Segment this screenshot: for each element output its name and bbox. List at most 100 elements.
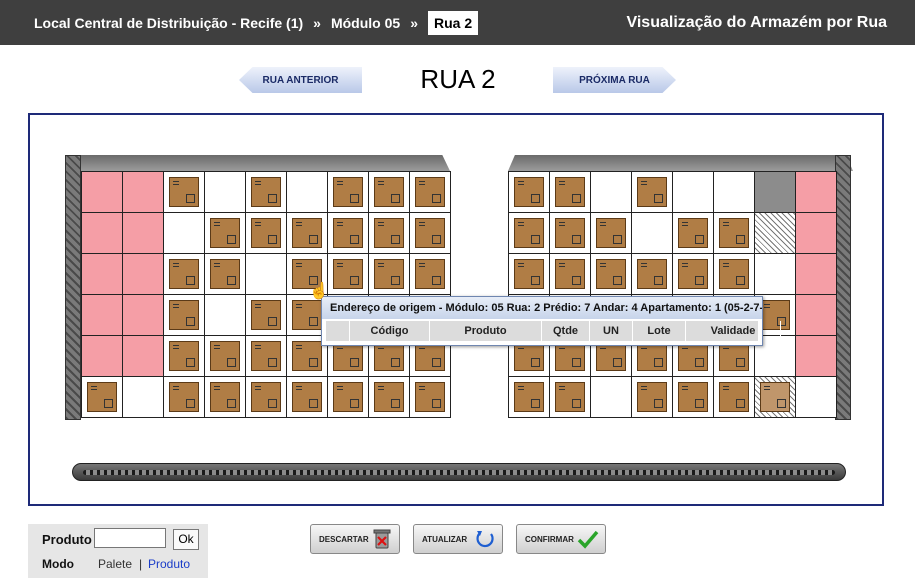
left-rack-slot[interactable] <box>82 336 123 377</box>
left-rack-slot[interactable] <box>82 213 123 254</box>
left-rack-slot[interactable] <box>287 213 328 254</box>
right-rack-slot[interactable] <box>796 254 837 295</box>
right-rack-slot[interactable] <box>591 172 632 213</box>
right-rack-slot[interactable] <box>591 213 632 254</box>
next-street-button[interactable]: PRÓXIMA RUA <box>553 67 676 93</box>
left-rack-slot[interactable] <box>82 254 123 295</box>
right-rack-slot[interactable] <box>632 213 673 254</box>
left-rack-slot[interactable] <box>205 213 246 254</box>
left-rack-slot[interactable] <box>164 336 205 377</box>
pallet-box-icon <box>637 177 667 207</box>
pallet-box-icon <box>251 177 281 207</box>
right-rack-slot[interactable] <box>591 377 632 418</box>
right-rack-slot[interactable] <box>796 213 837 254</box>
right-rack-slot[interactable] <box>714 377 755 418</box>
left-rack-slot[interactable] <box>410 213 451 254</box>
left-rack-slot[interactable] <box>123 377 164 418</box>
left-rack-slot[interactable] <box>205 377 246 418</box>
left-rack-slot[interactable] <box>123 213 164 254</box>
left-rack-slot[interactable] <box>410 377 451 418</box>
right-rack-slot[interactable] <box>673 172 714 213</box>
right-rack-slot[interactable] <box>509 213 550 254</box>
right-rack-slot[interactable] <box>632 254 673 295</box>
right-rack-slot[interactable] <box>673 254 714 295</box>
right-rack-slot[interactable] <box>714 213 755 254</box>
right-rack-slot[interactable] <box>550 172 591 213</box>
ok-button[interactable]: Ok <box>173 529 199 550</box>
pallet-box-icon <box>719 259 749 289</box>
left-rack-slot[interactable] <box>369 172 410 213</box>
left-rack-slot[interactable] <box>164 377 205 418</box>
breadcrumb-item-local[interactable]: Local Central de Distribuição - Recife (… <box>34 15 303 31</box>
right-rack-slot[interactable] <box>796 336 837 377</box>
left-rack-slot[interactable] <box>205 336 246 377</box>
left-rack-slot[interactable] <box>369 213 410 254</box>
right-rack-slot[interactable] <box>755 172 796 213</box>
left-rack-slot[interactable] <box>164 213 205 254</box>
left-rack-slot[interactable] <box>246 213 287 254</box>
right-rack-slot[interactable] <box>796 172 837 213</box>
left-rack-slot[interactable] <box>369 377 410 418</box>
pallet-box-icon <box>87 382 117 412</box>
left-rack-slot[interactable] <box>246 377 287 418</box>
right-rack-slot[interactable] <box>550 377 591 418</box>
right-rack-slot[interactable] <box>755 377 796 418</box>
left-rack-slot[interactable] <box>246 336 287 377</box>
left-rack-slot[interactable] <box>328 172 369 213</box>
left-rack-slot[interactable] <box>164 254 205 295</box>
right-rack-slot[interactable] <box>796 295 837 336</box>
left-rack-slot[interactable] <box>369 254 410 295</box>
right-rack-slot[interactable] <box>796 377 837 418</box>
left-rack-slot[interactable] <box>123 336 164 377</box>
mode-produto-link[interactable]: Produto <box>148 557 190 571</box>
left-rack-slot[interactable] <box>287 172 328 213</box>
left-rack-slot[interactable] <box>82 172 123 213</box>
product-search-panel: Produto Ok Modo Palete | Produto <box>28 524 208 578</box>
left-rack-slot[interactable] <box>246 172 287 213</box>
right-rack-slot[interactable] <box>509 172 550 213</box>
right-rack-slot[interactable] <box>509 254 550 295</box>
left-rack-slot[interactable] <box>164 172 205 213</box>
left-rack-slot[interactable] <box>246 295 287 336</box>
right-rack-slot[interactable] <box>550 254 591 295</box>
left-rack-slot[interactable] <box>328 254 369 295</box>
previous-street-button[interactable]: RUA ANTERIOR <box>239 67 362 93</box>
update-button[interactable]: ATUALIZAR <box>413 524 503 554</box>
pallet-box-icon <box>514 259 544 289</box>
left-rack-slot[interactable] <box>82 295 123 336</box>
confirm-button[interactable]: CONFIRMAR <box>516 524 606 554</box>
left-rack-slot[interactable] <box>164 295 205 336</box>
left-rack-slot[interactable] <box>246 254 287 295</box>
right-rack-slot[interactable] <box>632 377 673 418</box>
left-rack-slot[interactable] <box>82 377 123 418</box>
left-rack-slot[interactable] <box>328 377 369 418</box>
right-rack-slot[interactable] <box>755 254 796 295</box>
left-rack-slot[interactable] <box>287 377 328 418</box>
left-rack-slot[interactable] <box>328 213 369 254</box>
tooltip-col-code: Código <box>350 321 430 341</box>
right-rack-slot[interactable] <box>673 213 714 254</box>
left-rack-slot[interactable] <box>205 295 246 336</box>
right-rack-slot[interactable] <box>673 377 714 418</box>
left-rack-slot[interactable] <box>410 254 451 295</box>
right-rack-slot[interactable] <box>509 377 550 418</box>
right-rack-slot[interactable] <box>755 213 796 254</box>
discard-label: DESCARTAR <box>319 534 369 544</box>
left-rack-slot[interactable] <box>205 172 246 213</box>
pallet-box-icon <box>514 382 544 412</box>
right-rack-slot[interactable] <box>632 172 673 213</box>
right-rack-slot[interactable] <box>591 254 632 295</box>
right-rack-slot[interactable] <box>714 172 755 213</box>
breadcrumb-item-module[interactable]: Módulo 05 <box>331 15 400 31</box>
mode-palete-link[interactable]: Palete <box>98 557 132 571</box>
left-rack-slot[interactable] <box>410 172 451 213</box>
discard-button[interactable]: DESCARTAR <box>310 524 400 554</box>
left-rack-slot[interactable] <box>123 254 164 295</box>
left-rack-slot[interactable] <box>123 295 164 336</box>
left-rack-slot[interactable] <box>123 172 164 213</box>
left-rack-slot[interactable] <box>205 254 246 295</box>
right-rack-grid <box>508 171 837 418</box>
right-rack-slot[interactable] <box>550 213 591 254</box>
product-input[interactable] <box>94 528 166 548</box>
right-rack-slot[interactable] <box>714 254 755 295</box>
